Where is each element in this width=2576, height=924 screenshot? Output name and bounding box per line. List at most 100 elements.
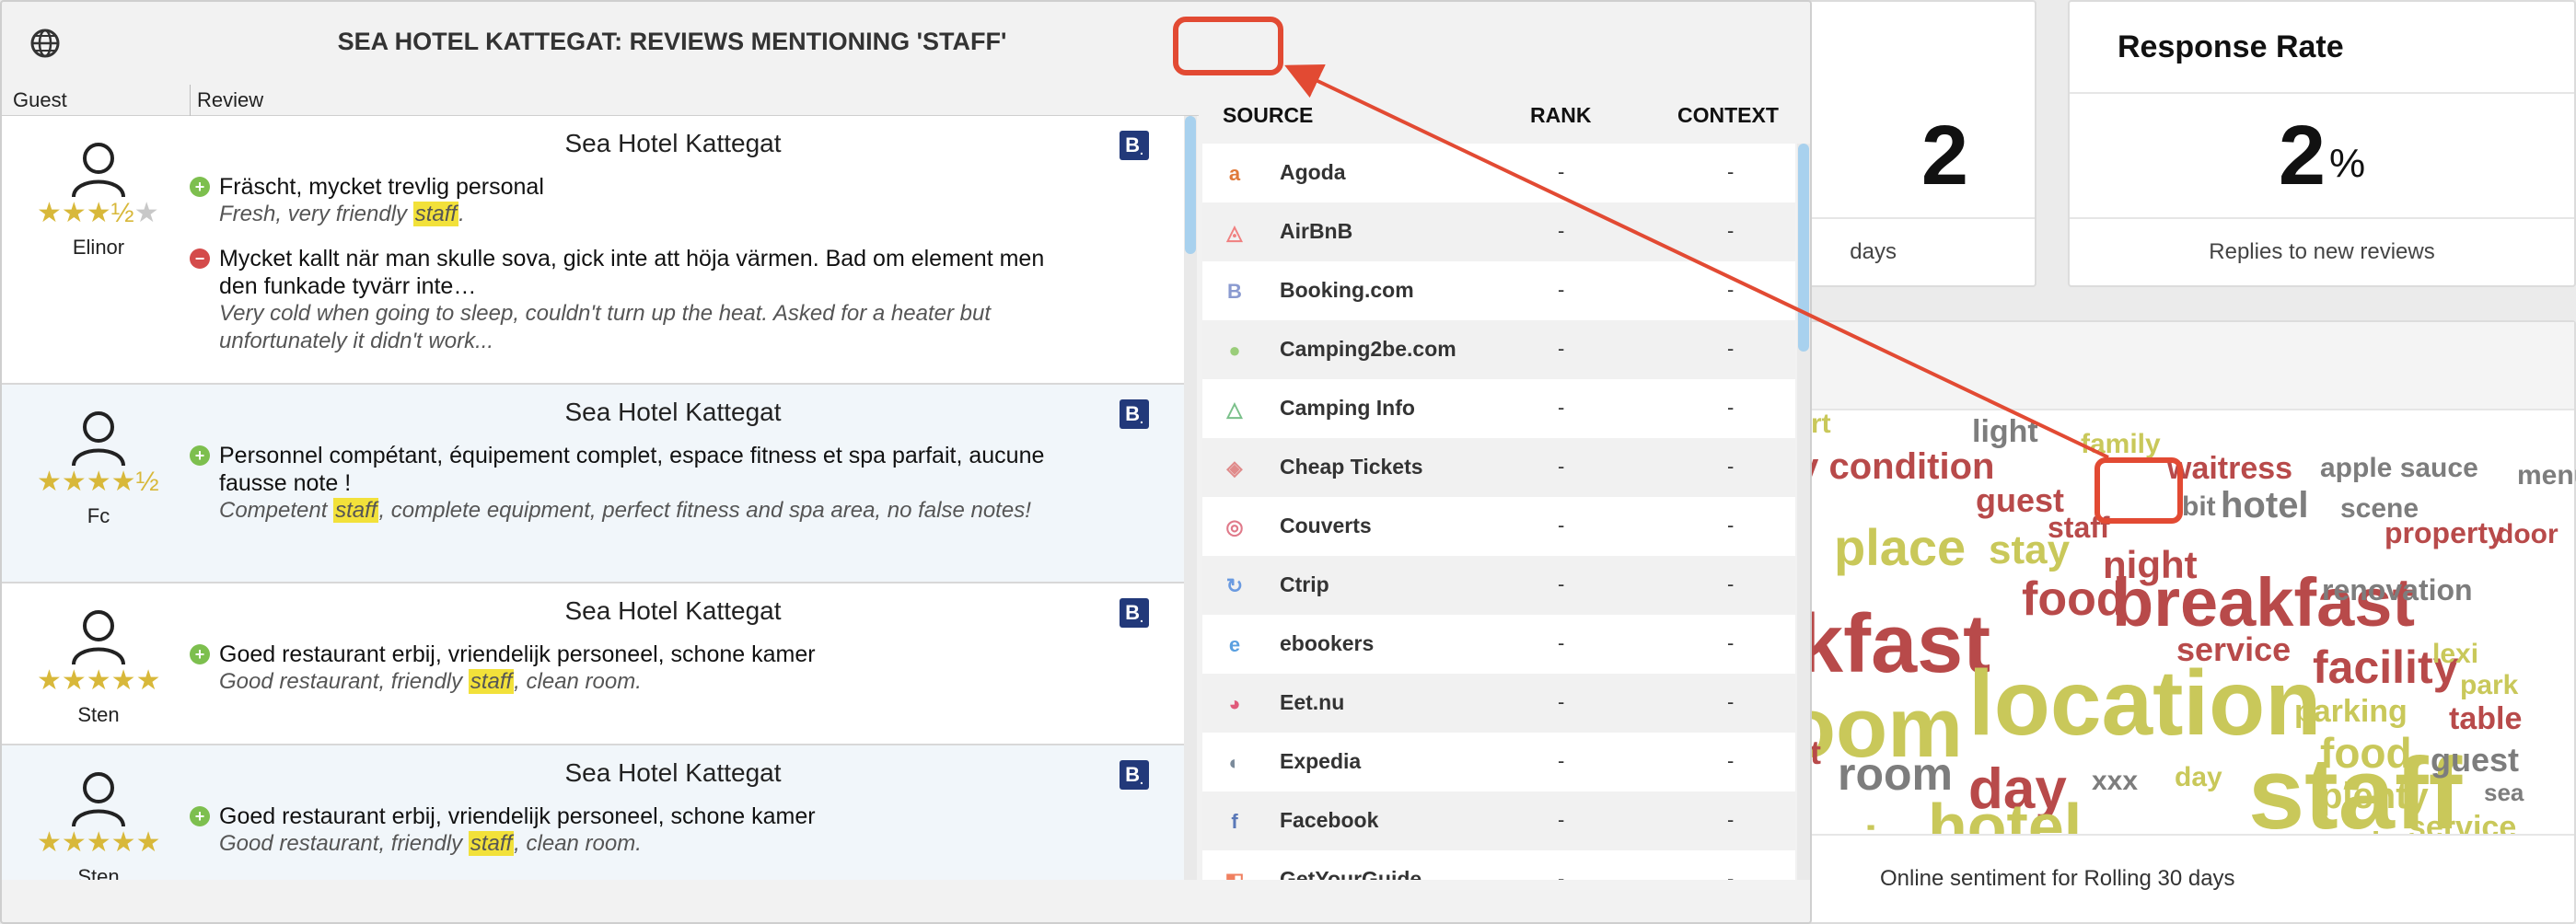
source-logo-icon: ◐	[1228, 751, 1241, 774]
booking-source-icon[interactable]: B.	[1120, 598, 1149, 628]
source-context: -	[1727, 808, 1735, 831]
review-item[interactable]: ★★★★★ Sten Sea Hotel Kattegat B. + Goed …	[2, 583, 1195, 745]
cloud-word[interactable]: hotel	[1928, 791, 2082, 834]
booking-source-icon[interactable]: B.	[1120, 399, 1149, 429]
review-item[interactable]: ★★★½★ Elinor Sea Hotel Kattegat B. + Frä…	[2, 116, 1195, 385]
scrollbar-thumb[interactable]	[1185, 116, 1196, 254]
source-row[interactable]: ◎ Couverts - -	[1202, 497, 1795, 556]
source-list-scrollbar[interactable]	[1797, 144, 1810, 880]
star-rating: ★★★★★	[37, 827, 161, 858]
source-row[interactable]: e ebookers - -	[1202, 615, 1795, 674]
cloud-word[interactable]: food	[2022, 572, 2126, 626]
review-original-text: Goed restaurant erbij, vriendelijk perso…	[219, 803, 816, 829]
guest-name: Fc	[87, 504, 110, 527]
source-logo-icon: ◧	[1223, 869, 1247, 880]
cloud-word[interactable]: apple sauce	[2320, 453, 2478, 483]
cloud-word[interactable]: door	[2497, 519, 2559, 549]
source-panel: SOURCE RANK CONTEXT a Agoda - - ◬ AirBnB - - B Bo…	[1202, 85, 1810, 880]
keyword-highlight: staff	[333, 498, 379, 523]
source-row[interactable]: ↻ Ctrip - -	[1202, 556, 1795, 615]
source-name: Cheap Tickets	[1280, 455, 1423, 479]
source-context: -	[1727, 749, 1735, 772]
review-original-text: Personnel compétant, équipement complet,…	[219, 443, 1045, 496]
source-row[interactable]: f Facebook - -	[1202, 791, 1795, 850]
source-name: Eet.nu	[1280, 690, 1345, 714]
column-header-rank[interactable]: RANK	[1530, 103, 1591, 128]
source-name: GetYourGuide	[1280, 867, 1422, 880]
cloud-word[interactable]: service	[2408, 810, 2516, 834]
review-original-text: Mycket kallt när man skulle sova, gick i…	[219, 246, 1045, 299]
cloud-word[interactable]: day	[2175, 762, 2222, 792]
cloud-word[interactable]: hotel	[2221, 485, 2309, 526]
cloud-word[interactable]: view	[1838, 817, 1942, 834]
reviews-panel: SEA HOTEL KATTEGAT: REVIEWS MENTIONING '…	[0, 0, 1812, 924]
source-name: AirBnB	[1280, 219, 1353, 243]
source-rank: -	[1558, 690, 1565, 713]
star-rating: ★★★★★	[37, 665, 161, 696]
source-rank: -	[1558, 749, 1565, 772]
cloud-word[interactable]: place	[1834, 518, 1966, 576]
booking-source-icon[interactable]: B.	[1120, 131, 1149, 160]
source-logo-icon: a	[1228, 162, 1241, 185]
source-row[interactable]: a Agoda - -	[1202, 144, 1795, 202]
cloud-word[interactable]: guest	[2431, 741, 2519, 779]
source-row[interactable]: ◐ Expedia - -	[1202, 733, 1795, 791]
review-line-negative: − Mycket kallt när man skulle sova, gick…	[190, 245, 1138, 355]
source-row[interactable]: ◧ GetYourGuide - -	[1202, 850, 1795, 880]
cloud-word[interactable]: lexi	[2432, 639, 2478, 669]
review-item[interactable]: ★★★★★ Sten Sea Hotel Kattegat B. + Goed …	[2, 745, 1195, 880]
review-translation: Very cold when going to sleep, couldn't …	[219, 301, 992, 353]
source-context: -	[1727, 160, 1735, 183]
column-header-review[interactable]: Review	[197, 88, 263, 112]
column-header-context[interactable]: CONTEXT	[1677, 103, 1779, 128]
source-row[interactable]: ◕ Eet.nu - -	[1202, 674, 1795, 733]
column-header-guest[interactable]: Guest	[13, 88, 67, 112]
cloud-word[interactable]: menu	[2517, 460, 2576, 491]
title-highlight-ring	[1173, 17, 1283, 75]
source-logo-icon: ◈	[1226, 456, 1243, 479]
source-context: -	[1727, 396, 1735, 419]
positive-sentiment-icon: +	[190, 806, 210, 826]
source-rank: -	[1558, 160, 1565, 183]
cloud-word[interactable]: parking	[2294, 694, 2408, 729]
cloud-word[interactable]: value	[2337, 826, 2417, 834]
cloud-word[interactable]: food	[2320, 729, 2412, 777]
cloud-word[interactable]: park	[2460, 670, 2519, 700]
booking-source-icon[interactable]: B.	[1120, 760, 1149, 790]
source-name: Facebook	[1280, 808, 1379, 832]
source-name: Camping2be.com	[1280, 337, 1456, 361]
review-list-scrollbar[interactable]	[1184, 116, 1197, 880]
cloud-word[interactable]: family	[2081, 429, 2161, 459]
source-context: -	[1727, 455, 1735, 478]
review-line-positive: + Goed restaurant erbij, vriendelijk per…	[190, 641, 1138, 696]
cloud-word[interactable]: waitress	[2166, 451, 2292, 486]
cloud-word[interactable]: property	[2385, 516, 2504, 549]
cloud-word[interactable]: light	[1972, 414, 2038, 449]
cloud-word[interactable]: renovation	[2322, 573, 2473, 606]
source-context: -	[1727, 867, 1735, 880]
cloud-word[interactable]: bit	[2182, 491, 2216, 522]
source-logo-icon: ●	[1228, 339, 1241, 362]
guest-avatar-icon	[72, 143, 125, 198]
sentiment-card: nt parterty conditionlightfamilywaitress…	[1749, 320, 2576, 924]
cloud-word[interactable]: sea	[2484, 779, 2524, 806]
source-row[interactable]: △ Camping Info - -	[1202, 379, 1795, 438]
review-translation: Good restaurant, friendly staff, clean r…	[219, 831, 642, 856]
review-item[interactable]: ★★★★½ Fc Sea Hotel Kattegat B. + Personn…	[2, 385, 1195, 583]
guest-name: Sten	[77, 865, 120, 880]
source-table-header: SOURCE RANK CONTEXT	[1202, 85, 1810, 144]
scrollbar-thumb[interactable]	[1798, 144, 1809, 352]
cloud-word[interactable]: xxx	[2092, 766, 2138, 796]
source-row[interactable]: ◬ AirBnB - -	[1202, 202, 1795, 261]
source-context: -	[1727, 514, 1735, 537]
source-row[interactable]: ◈ Cheap Tickets - -	[1202, 438, 1795, 497]
cloud-word[interactable]: table	[2449, 701, 2522, 736]
star-rating: ★★★★½	[37, 467, 159, 497]
cloud-word[interactable]: stay	[1989, 527, 2071, 572]
source-row[interactable]: ● Camping2be.com - -	[1202, 320, 1795, 379]
column-header-source[interactable]: SOURCE	[1223, 103, 1313, 128]
review-list: ★★★½★ Elinor Sea Hotel Kattegat B. + Frä…	[2, 116, 1195, 880]
source-name: Agoda	[1280, 160, 1346, 184]
source-row[interactable]: B Booking.com - -	[1202, 261, 1795, 320]
keyword-highlight: staff	[412, 202, 459, 226]
